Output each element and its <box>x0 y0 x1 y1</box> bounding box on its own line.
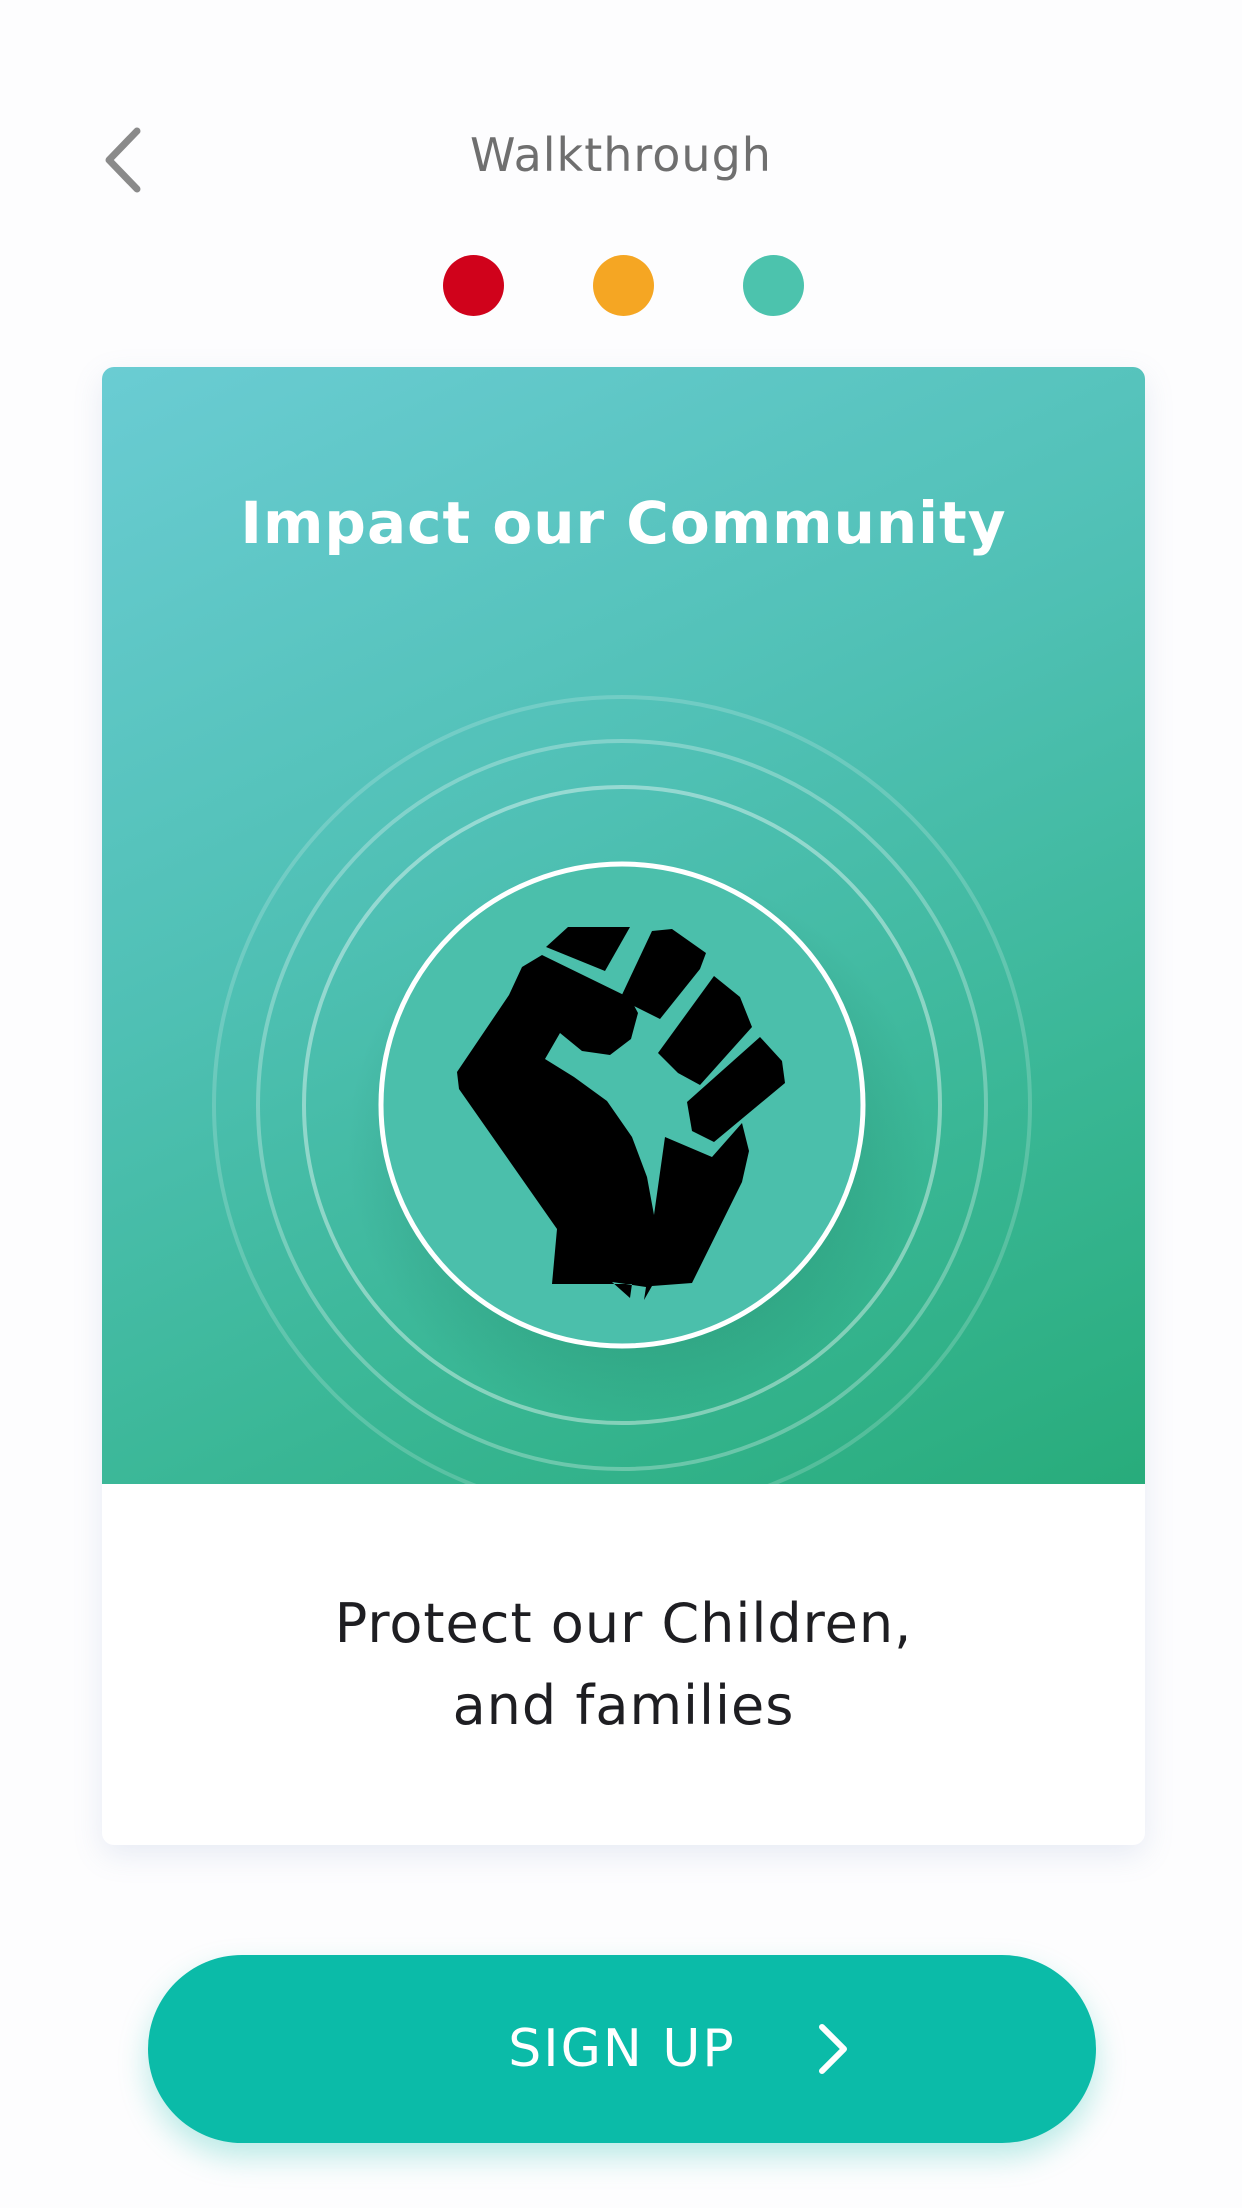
card-title: Impact our Community <box>240 489 1007 557</box>
card-hero: Impact our Community <box>102 367 1145 1484</box>
pagination-dots <box>0 255 1242 317</box>
caption-line-1: Protect our Children, <box>334 1591 913 1655</box>
caption-line-2: and families <box>452 1673 795 1737</box>
pagination-dot-2[interactable] <box>593 255 654 316</box>
pagination-dot-3[interactable] <box>743 255 804 316</box>
chevron-right-icon <box>819 2024 847 2074</box>
walkthrough-card: Impact our Community Protect our Childre… <box>102 367 1145 1845</box>
sign-up-button[interactable]: SIGN UP <box>148 1955 1096 2143</box>
header: Walkthrough <box>0 0 1242 330</box>
sign-up-label: SIGN UP <box>508 2019 736 2079</box>
page-title: Walkthrough <box>470 128 772 182</box>
pagination-dot-1[interactable] <box>443 255 504 316</box>
card-caption: Protect our Children, and families <box>102 1484 1145 1845</box>
